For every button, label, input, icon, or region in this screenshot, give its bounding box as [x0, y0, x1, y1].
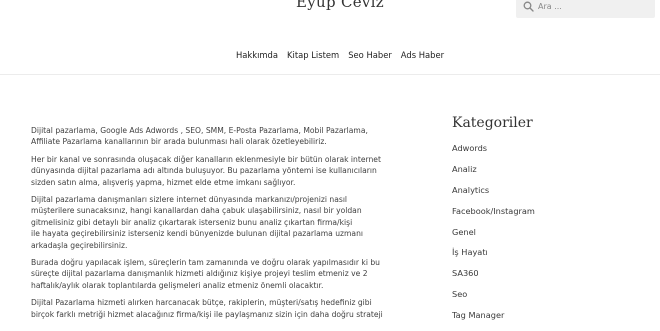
category-item-analiz[interactable]: Analiz: [452, 164, 652, 174]
article-paragraph: Dijital pazarlama danışmanları sizlere i…: [31, 195, 363, 250]
article-paragraph: Dijital pazarlama, Google Ads Adwords , …: [31, 126, 368, 147]
category-item-analytics[interactable]: Analytics: [452, 185, 652, 195]
category-item-facebook-instagram[interactable]: Facebook/Instagram: [452, 206, 652, 216]
nav-item-kitap-listem[interactable]: Kitap Listem: [287, 50, 339, 60]
category-item-tag-manager[interactable]: Tag Manager: [452, 310, 652, 320]
search-icon[interactable]: [523, 1, 534, 12]
category-item-sa360[interactable]: SA360: [452, 268, 652, 278]
article-content: Dijital pazarlama, Google Ads Adwords , …: [31, 125, 433, 326]
header-divider: [0, 74, 660, 75]
category-item-adwords[interactable]: Adwords: [452, 143, 652, 153]
nav-item-ads-haber[interactable]: Ads Haber: [401, 50, 444, 60]
search-input[interactable]: [538, 2, 643, 11]
main-nav: Hakkımda Kitap Listem Seo Haber Ads Habe…: [0, 50, 660, 60]
category-item-genel[interactable]: Genel: [452, 227, 652, 237]
article-paragraph: Burada doğru yapılacak işlem, süreçlerin…: [31, 258, 380, 290]
sidebar: Kategoriler Adwords Analiz Analytics Fac…: [452, 115, 652, 331]
category-list: Adwords Analiz Analytics Facebook/Instag…: [452, 143, 652, 320]
article-paragraph: Her bir kanal ve sonrasında oluşacak diğ…: [31, 154, 381, 187]
nav-item-hakkimda[interactable]: Hakkımda: [236, 50, 278, 60]
nav-item-seo-haber[interactable]: Seo Haber: [348, 50, 392, 60]
sidebar-title: Kategoriler: [452, 115, 533, 131]
search-box[interactable]: [516, 0, 655, 18]
category-item-is-hayati[interactable]: İş Hayatı: [452, 247, 652, 257]
article-paragraph: Dijital Pazarlama hizmeti alırken harcan…: [31, 298, 383, 319]
category-item-seo[interactable]: Seo: [452, 289, 652, 299]
